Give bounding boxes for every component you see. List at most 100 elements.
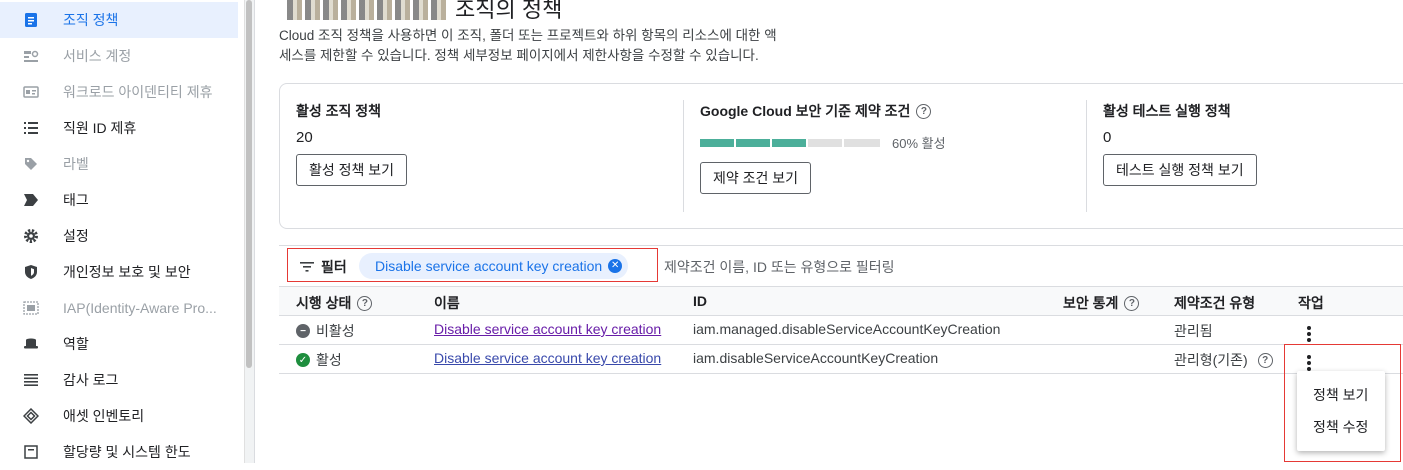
list-icon [22,119,40,137]
constraint-type-cell: 관리형(기존) ? [1174,350,1273,370]
sidebar-item-quotas[interactable]: 할당량 및 시스템 한도 [0,434,238,470]
service-account-icon [22,47,40,65]
sidebar-item-label: 역할 [63,336,89,352]
policy-doc-icon [22,11,40,29]
sidebar-item-tags[interactable]: 태그 [0,182,238,218]
filter-chip[interactable]: Disable service account key creation ✕ [359,253,629,279]
progress-label: 60% 활성 [892,136,946,151]
sidebar-item-workforce-identity[interactable]: 직원 ID 제휴 [0,110,238,146]
status-cell: ✓ 활성 [296,350,342,370]
dryrun-count: 0 [1103,129,1112,146]
policy-name-link[interactable]: Disable service account key creation [434,321,661,337]
status-cell: − 비활성 [296,321,355,341]
constraint-type: 관리형(기존) [1174,352,1248,368]
help-icon[interactable]: ? [1257,352,1273,368]
page-description: Cloud 조직 정책을 사용하면 이 조직, 폴더 또는 프로젝트와 하위 항… [279,26,819,66]
inactive-icon: − [296,324,310,338]
sidebar-item-label: IAP(Identity-Aware Pro... [63,300,217,316]
shield-icon [22,263,40,281]
page-description-line: Cloud 조직 정책을 사용하면 이 조직, 폴더 또는 프로젝트와 하위 항… [279,28,777,43]
card-divider [683,100,684,212]
id-card-icon [22,83,40,101]
help-icon[interactable]: ? [1124,295,1140,311]
policy-id: iam.managed.disableServiceAccountKeyCrea… [693,321,1001,337]
view-dryrun-policies-button[interactable]: 테스트 실행 정책 보기 [1103,154,1257,186]
redacted-org-name [287,0,447,20]
sidebar-item-label: 태그 [63,192,89,208]
status-text: 비활성 [316,323,355,339]
more-actions-icon[interactable] [1306,324,1312,344]
actions-menu: 정책 보기 정책 수정 [1297,371,1385,451]
lines-icon [22,371,40,389]
sidebar-item-label: 애셋 인벤토리 [63,408,145,424]
label-tag-icon [22,155,40,173]
progress-bar [700,138,880,147]
tag-arrow-icon [22,191,40,209]
sidebar-item-roles[interactable]: 역할 [0,326,238,362]
help-icon[interactable]: ? [357,295,373,311]
sidebar-item-label: 감사 로그 [63,372,119,388]
menu-item-view-policy[interactable]: 정책 보기 [1313,385,1368,405]
sidebar-item-label: 개인정보 보호 및 보안 [63,264,191,280]
sidebar-item-labels[interactable]: 라벨 [0,146,238,182]
close-icon[interactable]: ✕ [608,259,623,273]
quota-icon [22,443,40,461]
sidebar-item-label: 조직 정책 [63,12,119,28]
sidebar-item-label: 할당량 및 시스템 한도 [63,444,191,460]
summary-card: 활성 조직 정책 20 활성 정책 보기 Google Cloud 보안 기준 … [279,83,1403,229]
column-header-security[interactable]: 보안 통계 ? [1063,293,1140,313]
active-policies-section: 활성 조직 정책 20 활성 정책 보기 [296,101,408,186]
page-title: 조직의 정책 [287,0,562,24]
sidebar-item-label: 서비스 계정 [63,48,132,64]
hat-icon [22,335,40,353]
column-header-status[interactable]: 시행 상태 ? [296,293,373,313]
sidebar-item-service-accounts[interactable]: 서비스 계정 [0,38,238,74]
help-icon[interactable]: ? [916,103,932,119]
baseline-section: Google Cloud 보안 기준 제약 조건 ? 60% 활성 제약 조건 … [700,101,946,194]
filter-chip-label: Disable service account key creation [375,258,603,274]
column-label: 보안 통계 [1063,295,1119,311]
sidebar-item-settings[interactable]: 설정 [0,218,238,254]
column-header-id[interactable]: ID [693,293,707,309]
policy-id: iam.disableServiceAccountKeyCreation [693,350,939,366]
sidebar-item-audit-logs[interactable]: 감사 로그 [0,362,238,398]
column-label: 시행 상태 [296,295,352,311]
sidebar-item-label: 워크로드 아이덴티티 제휴 [63,84,213,100]
sidebar-item-asset-inventory[interactable]: 애셋 인벤토리 [0,398,238,434]
baseline-progress: 60% 활성 [700,133,946,152]
constraint-type: 관리됨 [1174,323,1213,339]
column-header-name[interactable]: 이름 [434,293,460,313]
iap-icon [22,299,40,317]
filter-icon[interactable] [300,259,314,277]
sidebar-item-workload-identity[interactable]: 워크로드 아이덴티티 제휴 [0,74,238,110]
check-circle-icon: ✓ [296,353,310,367]
filter-input[interactable]: 제약조건 이름, ID 또는 유형으로 필터링 [664,257,895,277]
dryrun-section: 활성 테스트 실행 정책 0 테스트 실행 정책 보기 [1103,101,1257,186]
view-constraints-button[interactable]: 제약 조건 보기 [700,162,812,194]
page-description-line: 세스를 제한할 수 있습니다. 정책 세부정보 페이지에서 제한사항을 수정할 … [279,48,759,63]
view-active-policies-button[interactable]: 활성 정책 보기 [296,154,408,186]
baseline-title: Google Cloud 보안 기준 제약 조건 [700,103,911,119]
active-policies-title: 활성 조직 정책 [296,103,382,119]
page-title-text: 조직의 정책 [455,0,563,22]
baseline-title-row: Google Cloud 보안 기준 제약 조건 ? [700,101,946,121]
sidebar-item-iap[interactable]: IAP(Identity-Aware Pro... [0,290,238,326]
policy-name-link[interactable]: Disable service account key creation [434,350,661,366]
sidebar-item-privacy-security[interactable]: 개인정보 보호 및 보안 [0,254,238,290]
sidebar-item-label: 직원 ID 제휴 [63,120,137,136]
active-policies-count: 20 [296,129,313,146]
diamond-icon [22,407,40,425]
sidebar-divider [254,0,255,463]
column-header-type[interactable]: 제약조건 유형 [1174,293,1255,313]
progress-bar-fill [700,138,808,147]
sidebar-item-org-policies[interactable]: 조직 정책 [0,2,238,38]
menu-item-edit-policy[interactable]: 정책 수정 [1313,417,1368,437]
column-header-action: 작업 [1298,295,1324,311]
card-divider [1086,100,1087,212]
sidebar-item-label: 라벨 [63,156,89,172]
sidebar-item-label: 설정 [63,228,89,244]
gear-icon [22,227,40,245]
dryrun-title: 활성 테스트 실행 정책 [1103,103,1231,119]
sidebar-scrollbar-thumb[interactable] [246,0,252,368]
filter-label[interactable]: 필터 [321,257,347,277]
